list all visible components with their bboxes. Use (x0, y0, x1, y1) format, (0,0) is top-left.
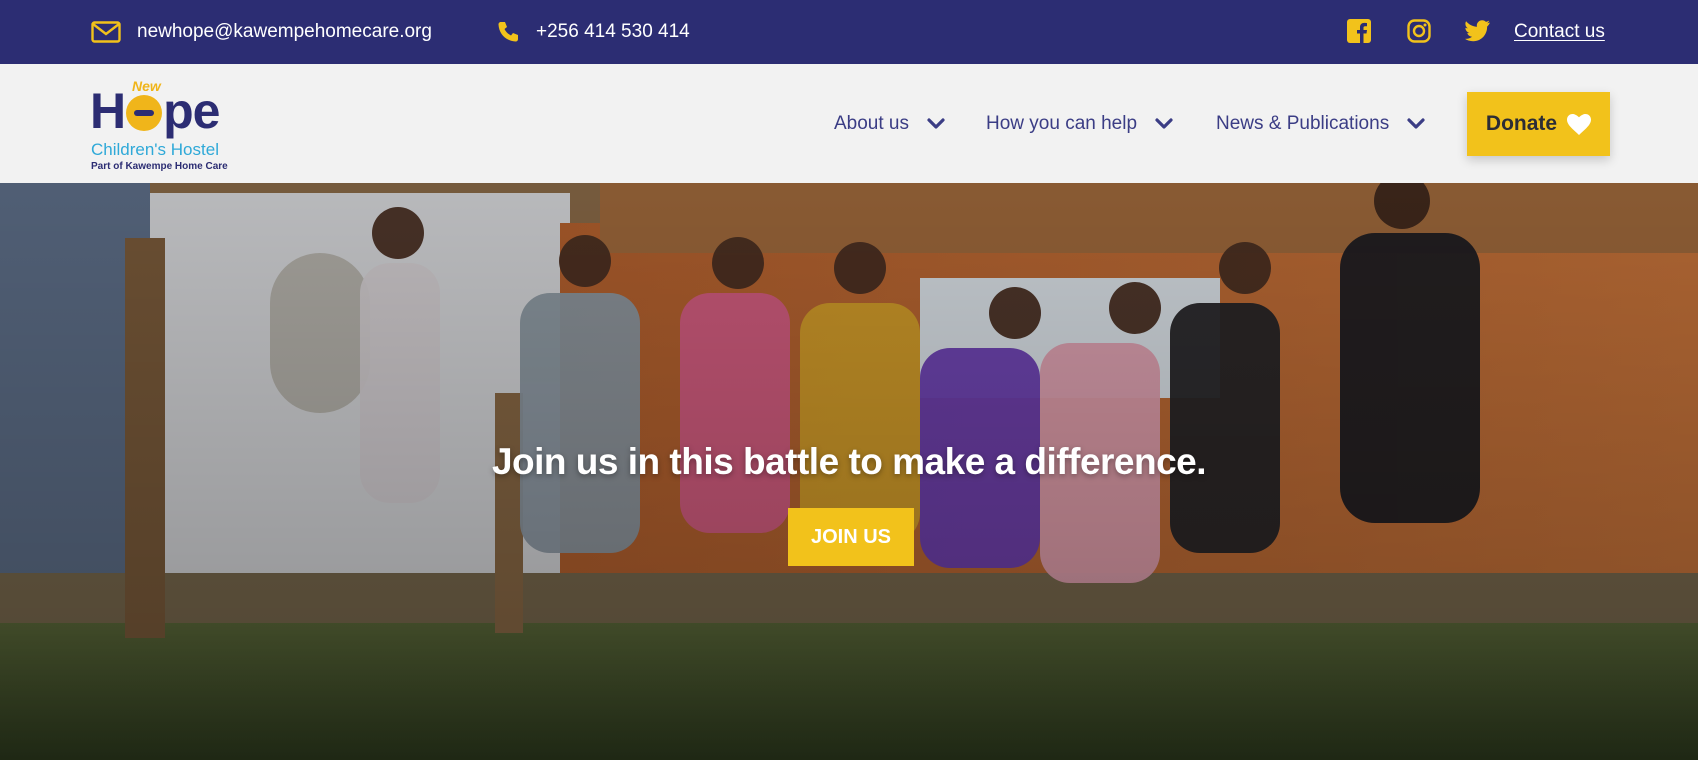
chevron-down-icon (1155, 117, 1173, 130)
hero-heading: Join us in this battle to make a differe… (491, 441, 1207, 482)
logo-h: H (90, 83, 126, 139)
instagram-icon[interactable] (1406, 18, 1432, 44)
phone-text: +256 414 530 414 (536, 21, 690, 42)
facebook-icon[interactable] (1346, 18, 1372, 44)
phone-icon (496, 20, 520, 44)
logo-subtitle: Children's Hostel (91, 140, 219, 159)
nav-item-label: News & Publications (1216, 112, 1390, 134)
mail-icon (91, 21, 121, 43)
donate-button[interactable]: Donate (1467, 92, 1610, 156)
logo[interactable]: New Hpe Children's Hostel Part of Kawemp… (90, 78, 240, 172)
top-contact-bar: newhope@kawempehomecare.org +256 414 530… (0, 0, 1698, 64)
hero-banner: Join us in this battle to make a differe… (0, 183, 1698, 760)
logo-tagline: Part of Kawempe Home Care (91, 161, 228, 172)
twitter-icon[interactable] (1465, 18, 1491, 44)
nav-item-news-publications[interactable]: News & Publications (1216, 64, 1425, 183)
nav-item-label: About us (834, 112, 909, 134)
email-text: newhope@kawempehomecare.org (137, 21, 432, 42)
nav-item-how-you-can-help[interactable]: How you can help (986, 64, 1173, 183)
join-us-button[interactable]: JOIN US (788, 508, 914, 566)
donate-label: Donate (1485, 112, 1558, 135)
logo-hope: Hpe (90, 83, 220, 139)
chevron-down-icon (1407, 117, 1425, 130)
phone-link[interactable]: +256 414 530 414 (496, 0, 690, 64)
nav-item-label: How you can help (986, 112, 1138, 134)
main-navbar: New Hpe Children's Hostel Part of Kawemp… (0, 64, 1698, 183)
chevron-down-icon (927, 117, 945, 130)
contact-us-link[interactable]: Contact us (1514, 0, 1605, 64)
logo-globe-icon (126, 95, 163, 131)
email-link[interactable]: newhope@kawempehomecare.org (91, 0, 432, 64)
nav-item-about-us[interactable]: About us (834, 64, 945, 183)
heart-icon (1567, 113, 1592, 135)
logo-pe: pe (163, 83, 220, 139)
